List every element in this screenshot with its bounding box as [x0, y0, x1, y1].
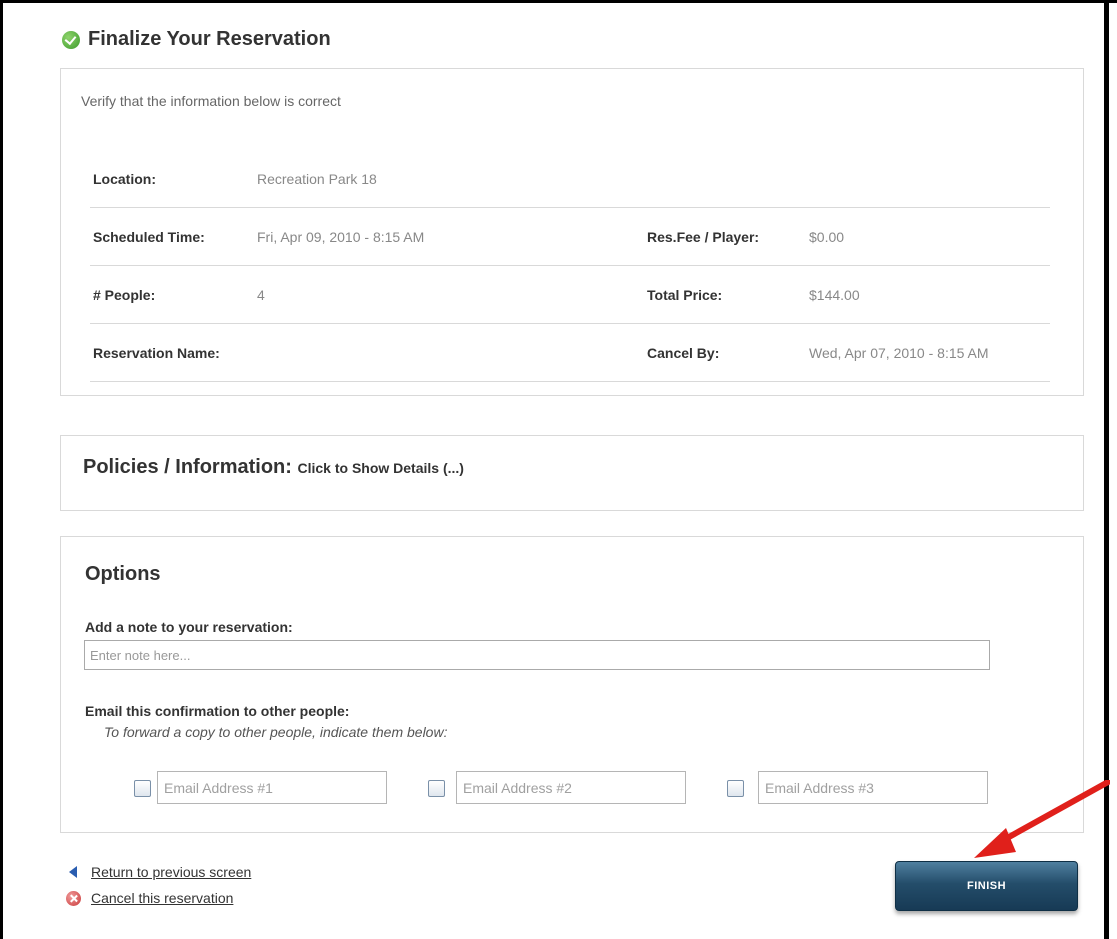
- email-3-checkbox[interactable]: [727, 780, 744, 797]
- email-instruction: To forward a copy to other people, indic…: [104, 724, 448, 740]
- return-to-previous-link[interactable]: Return to previous screen: [91, 864, 251, 880]
- total-price-label: Total Price:: [647, 287, 723, 303]
- check-circle-icon: [62, 30, 80, 49]
- cancel-x-icon: [66, 890, 81, 906]
- email-2-checkbox[interactable]: [428, 780, 445, 797]
- location-label: Location:: [93, 171, 156, 187]
- info-row-location: Location: Recreation Park 18: [90, 150, 1050, 208]
- note-input[interactable]: [84, 640, 990, 670]
- cancel-by-value: Wed, Apr 07, 2010 - 8:15 AM: [809, 345, 989, 361]
- policies-heading-row: Policies / Information: Click to Show De…: [83, 456, 464, 479]
- page-header: Finalize Your Reservation: [62, 28, 331, 51]
- show-policy-details-link[interactable]: Click to Show Details (...): [297, 460, 463, 476]
- email-2-input[interactable]: [456, 771, 686, 804]
- info-row-people: # People: 4 Total Price: $144.00: [90, 266, 1050, 324]
- return-link-row: Return to previous screen: [66, 864, 251, 880]
- verify-instruction: Verify that the information below is cor…: [81, 93, 341, 109]
- email-1-input[interactable]: [157, 771, 387, 804]
- options-panel: Options Add a note to your reservation: …: [60, 536, 1084, 833]
- note-label: Add a note to your reservation:: [85, 619, 293, 635]
- reservation-summary-panel: Verify that the information below is cor…: [60, 68, 1084, 396]
- scheduled-time-label: Scheduled Time:: [93, 229, 205, 245]
- res-fee-value: $0.00: [809, 229, 845, 245]
- email-1-checkbox[interactable]: [134, 780, 151, 797]
- cancel-by-label: Cancel By:: [647, 345, 720, 361]
- cancel-reservation-link[interactable]: Cancel this reservation: [91, 890, 233, 906]
- cancel-link-row: Cancel this reservation: [66, 890, 233, 906]
- info-row-scheduled-time: Scheduled Time: Fri, Apr 09, 2010 - 8:15…: [90, 208, 1050, 266]
- info-row-reservation-name: Reservation Name: Cancel By: Wed, Apr 07…: [90, 324, 1050, 382]
- location-value: Recreation Park 18: [257, 171, 377, 187]
- page-title: Finalize Your Reservation: [88, 28, 331, 50]
- reservation-name-label: Reservation Name:: [93, 345, 220, 361]
- policies-panel: Policies / Information: Click to Show De…: [60, 435, 1084, 511]
- scheduled-time-value: Fri, Apr 09, 2010 - 8:15 AM: [257, 229, 425, 245]
- screenshot-frame-right-edge: [1104, 0, 1109, 939]
- res-fee-label: Res.Fee / Player:: [647, 229, 760, 245]
- people-value: 4: [257, 287, 265, 303]
- options-heading: Options: [85, 563, 161, 585]
- policies-heading: Policies / Information:: [83, 456, 292, 478]
- email-3-input[interactable]: [758, 771, 988, 804]
- total-price-value: $144.00: [809, 287, 860, 303]
- back-arrow-icon: [69, 866, 77, 878]
- finish-button[interactable]: FINISH: [895, 861, 1078, 911]
- email-confirmation-label: Email this confirmation to other people:: [85, 703, 350, 719]
- people-label: # People:: [93, 287, 156, 303]
